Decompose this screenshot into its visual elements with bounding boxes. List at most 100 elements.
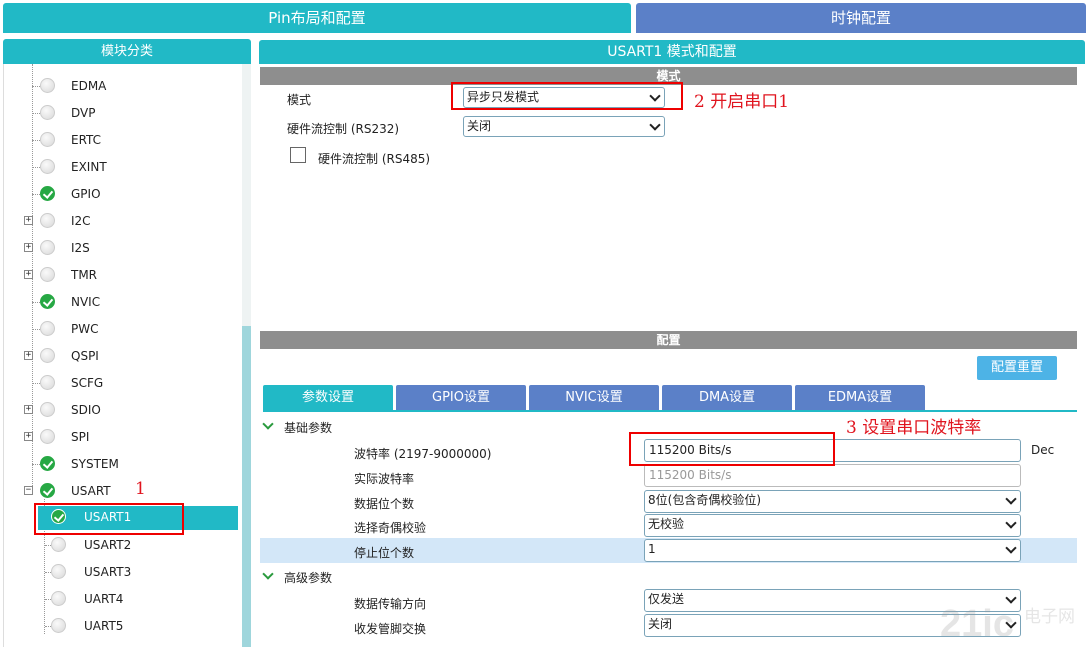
tab-param-settings[interactable]: 参数设置 (263, 385, 393, 411)
rs485-checkbox[interactable] (290, 147, 306, 163)
annotation-3: 3 设置串口波特率 (846, 418, 982, 438)
tree-connector (32, 302, 40, 303)
tree-item-label: USART (71, 484, 111, 498)
tree-item-label: SCFG (71, 376, 104, 390)
tree-item-i2s[interactable]: + I2S (24, 237, 224, 259)
tree-item-pwc[interactable]: PWC (24, 318, 224, 340)
tree-item-label: PWC (71, 322, 99, 336)
status-dot-icon (51, 537, 66, 552)
tree-item-label: EDMA (71, 79, 107, 93)
config-reset-button[interactable]: 配置重置 (977, 356, 1057, 380)
check-circle-icon (40, 294, 55, 309)
tab-pin-layout[interactable]: Pin布局和配置 (3, 3, 631, 33)
tree-item-usart[interactable]: − USART (24, 480, 224, 502)
chevron-down-icon (262, 418, 274, 430)
status-dot-icon (40, 402, 55, 417)
expand-icon[interactable]: + (24, 405, 33, 414)
module-tree-panel: EDMA DVP ERTC EXINT GPIO + I2C + I2S + TMR NVIC PWC +… (3, 64, 251, 647)
tree-scroll-thumb[interactable] (242, 326, 251, 647)
tree-item-usart2[interactable]: USART2 (38, 534, 198, 556)
tree-item-i2c[interactable]: + I2C (24, 210, 224, 232)
tree-item-scfg[interactable]: SCFG (24, 372, 224, 394)
tree-item-label: NVIC (71, 295, 101, 309)
tree-item-label: UART4 (84, 592, 124, 606)
databits-select[interactable]: 8位(包含奇偶校验位) (644, 490, 1021, 513)
tree-connector (32, 113, 40, 114)
flow-rs232-value: 关闭 (467, 119, 492, 133)
status-dot-icon (40, 321, 55, 336)
svg-text:21ic: 21ic (940, 603, 1014, 644)
tab-gpio-settings[interactable]: GPIO设置 (396, 385, 526, 411)
tab-nvic-settings[interactable]: NVIC设置 (529, 385, 659, 411)
advanced-params-label: 高级参数 (284, 571, 333, 585)
basic-params-label: 基础参数 (284, 421, 333, 435)
tree-item-qspi[interactable]: + QSPI (24, 345, 224, 367)
parity-select[interactable]: 无校验 (644, 514, 1021, 537)
flow-rs232-label: 硬件流控制 (RS232) (287, 122, 400, 136)
module-category-header: 模块分类 (3, 39, 251, 64)
tree-connector (32, 383, 40, 384)
expand-icon[interactable]: + (24, 216, 33, 225)
annotation-box-mode (451, 82, 683, 110)
chevron-down-icon (1005, 517, 1017, 529)
tree-item-usart3[interactable]: USART3 (38, 561, 198, 583)
direction-label: 数据传输方向 (354, 597, 427, 611)
tree-item-ertc[interactable]: ERTC (24, 129, 224, 151)
chevron-down-icon (649, 119, 661, 131)
status-dot-icon (40, 348, 55, 363)
expand-icon[interactable]: + (24, 432, 33, 441)
status-dot-icon (40, 159, 55, 174)
tree-connector (32, 167, 40, 168)
tree-item-label: ERTC (71, 133, 102, 147)
tree-item-spi[interactable]: + SPI (24, 426, 224, 448)
flow-rs232-select[interactable]: 关闭 (463, 116, 665, 137)
tree-item-gpio[interactable]: GPIO (24, 183, 224, 205)
chevron-down-icon (262, 568, 274, 580)
expand-icon[interactable]: + (24, 243, 33, 252)
tree-item-nvic[interactable]: NVIC (24, 291, 224, 313)
chevron-down-icon (1005, 542, 1017, 554)
tree-connector (32, 464, 40, 465)
check-circle-icon (40, 186, 55, 201)
status-dot-icon (40, 105, 55, 120)
tree-item-label: USART3 (84, 565, 132, 579)
actual-baud-label: 实际波特率 (354, 472, 415, 486)
tree-item-exint[interactable]: EXINT (24, 156, 224, 178)
status-dot-icon (40, 132, 55, 147)
annotation-box-baud (629, 432, 835, 466)
annotation-2: 2 开启串口1 (694, 92, 790, 112)
tree-item-label: EXINT (71, 160, 107, 174)
tree-item-uart5[interactable]: UART5 (38, 615, 198, 637)
parity-label: 选择奇偶校验 (354, 521, 427, 535)
pin-swap-value: 关闭 (648, 617, 673, 631)
check-circle-icon (40, 456, 55, 471)
watermark-logo-graphic: 21ic 电子网 (940, 603, 1075, 645)
direction-value: 仅发送 (648, 592, 685, 606)
tree-connector (32, 140, 40, 141)
config-section-bar: 配置 (260, 331, 1077, 349)
tree-item-edma[interactable]: EDMA (24, 75, 224, 97)
tree-item-label: SDIO (71, 403, 101, 417)
tab-dma-settings[interactable]: DMA设置 (662, 385, 792, 411)
status-dot-icon (40, 240, 55, 255)
tree-item-label: I2C (71, 214, 91, 228)
expand-icon[interactable]: + (24, 270, 33, 279)
tab-edma-settings[interactable]: EDMA设置 (795, 385, 925, 411)
tab-clock-config[interactable]: 时钟配置 (636, 3, 1086, 33)
baud-unit: Dec (1031, 443, 1055, 457)
tree-item-label: SPI (71, 430, 90, 444)
pin-swap-label: 收发管脚交换 (354, 622, 427, 636)
check-circle-icon (40, 483, 55, 498)
mode-label: 模式 (287, 93, 312, 107)
stopbits-select[interactable]: 1 (644, 539, 1021, 562)
tree-connector (32, 329, 40, 330)
tree-item-sdio[interactable]: + SDIO (24, 399, 224, 421)
tree-item-system[interactable]: SYSTEM (24, 453, 224, 475)
status-dot-icon (51, 618, 66, 633)
tree-item-uart4[interactable]: UART4 (38, 588, 198, 610)
tree-item-tmr[interactable]: + TMR (24, 264, 224, 286)
collapse-icon[interactable]: − (24, 486, 33, 495)
expand-icon[interactable]: + (24, 351, 33, 360)
stopbits-label: 停止位个数 (354, 546, 415, 560)
tree-item-dvp[interactable]: DVP (24, 102, 224, 124)
